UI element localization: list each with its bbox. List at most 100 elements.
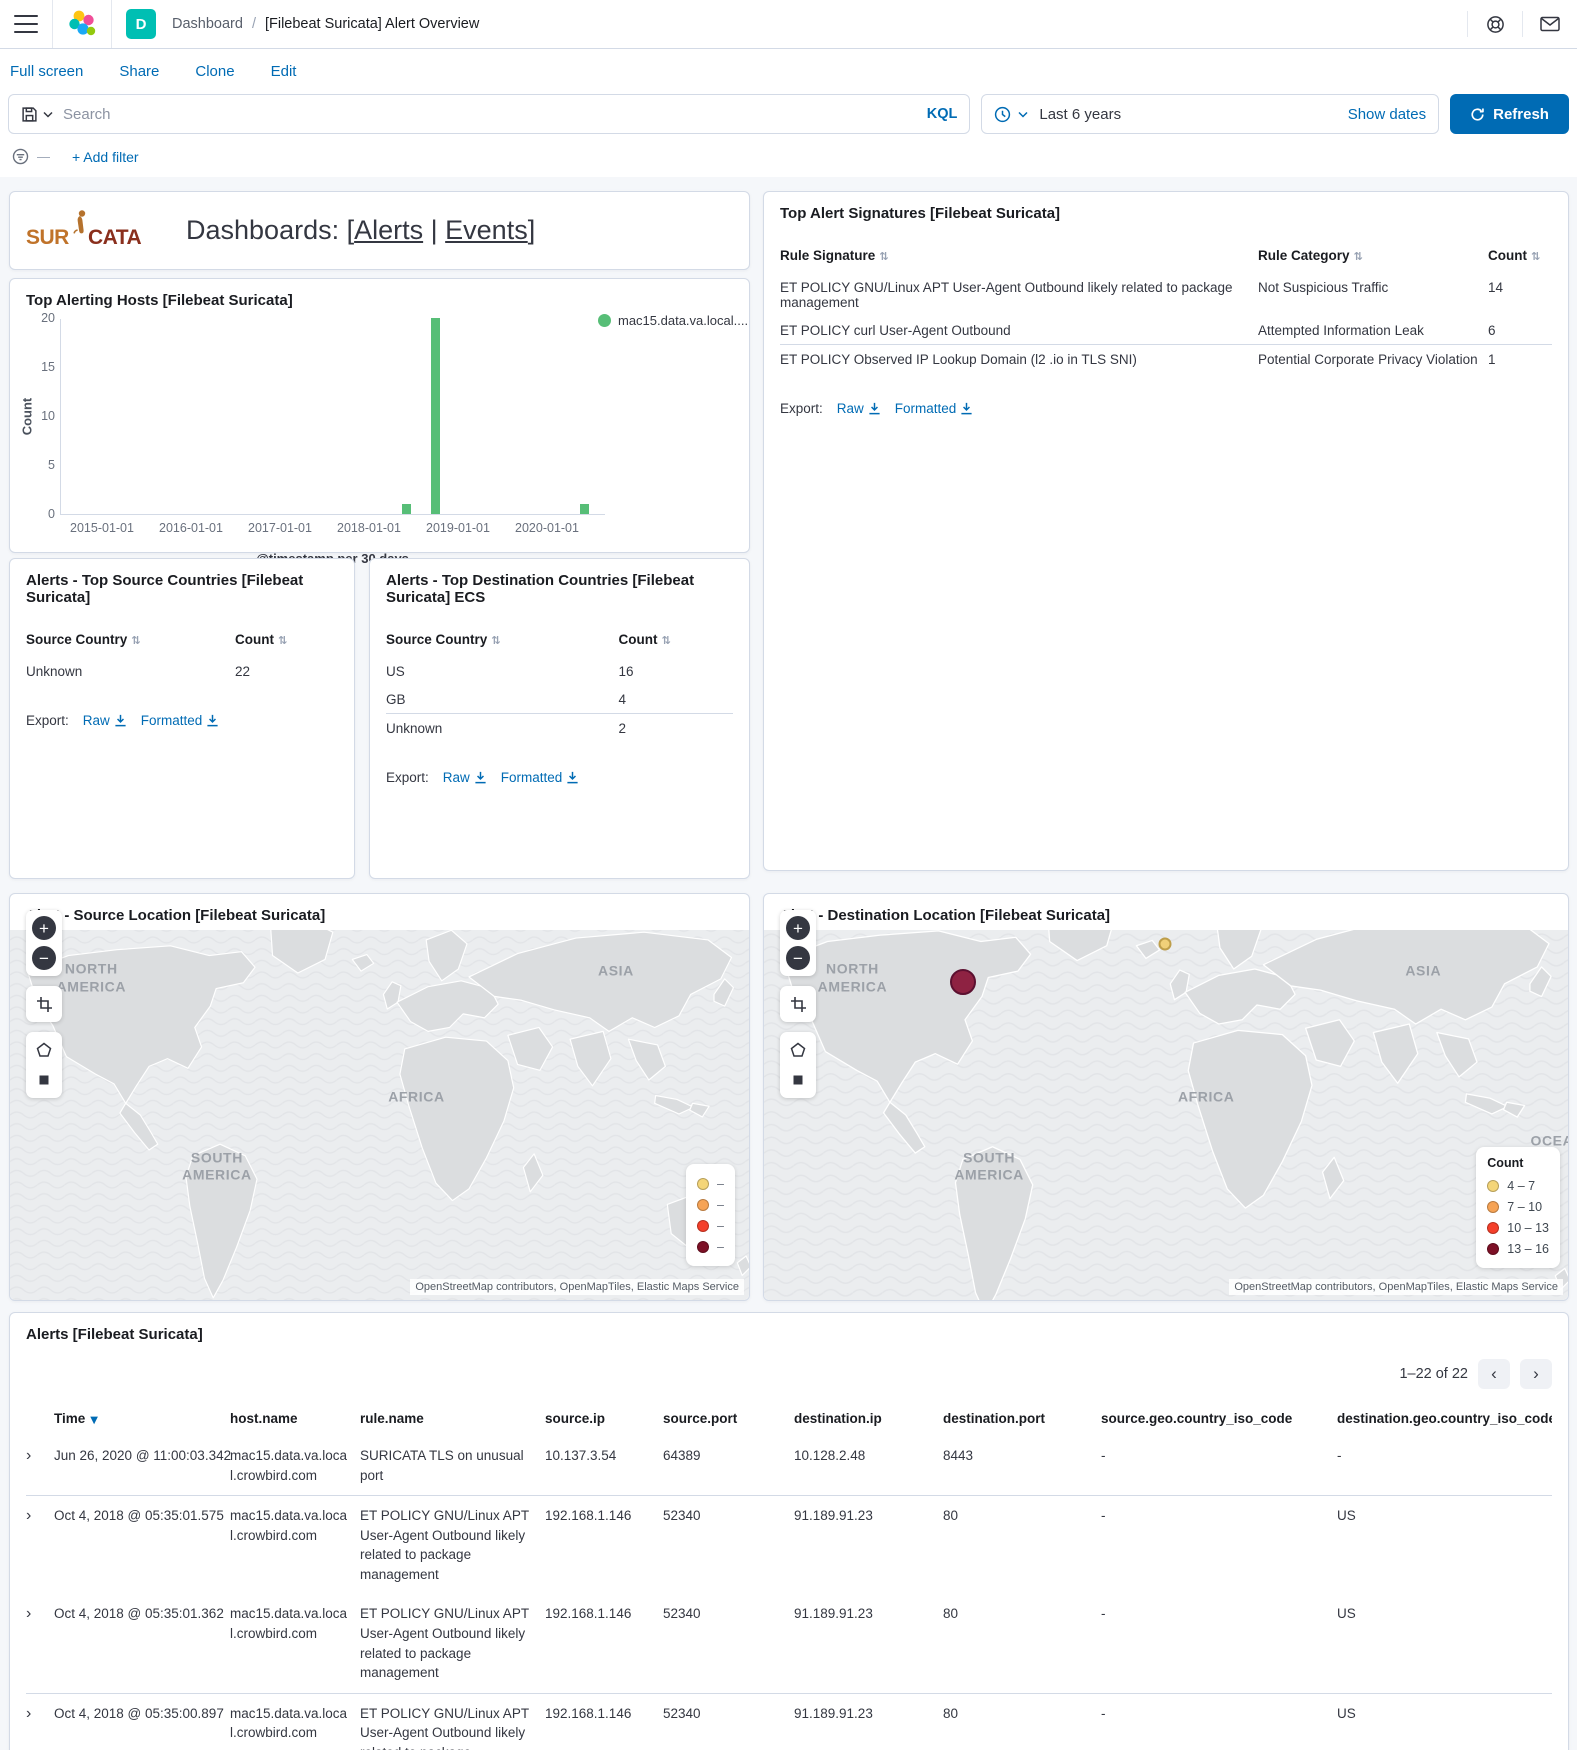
download-icon xyxy=(114,714,127,727)
legend-item: 13 – 16 xyxy=(1487,1238,1549,1259)
zoom-in-button[interactable]: + xyxy=(31,915,57,941)
table-cell: 192.168.1.146 xyxy=(545,1594,663,1693)
dest-map-panel: Alert - Destination Location [Filebeat S… xyxy=(763,893,1569,1301)
next-page-button[interactable]: › xyxy=(1520,1359,1552,1389)
y-tick-label: 0 xyxy=(29,507,55,521)
time-picker[interactable]: Last 6 years Show dates xyxy=(981,94,1439,134)
search-box: KQL xyxy=(8,94,970,134)
show-dates-button[interactable]: Show dates xyxy=(1348,106,1426,123)
map-legend: Count 4 – 77 – 1010 – 1313 – 16 xyxy=(1476,1147,1560,1268)
column-header-rule-category[interactable]: Rule Category⇅ xyxy=(1258,248,1488,273)
column-header-source-geo-country-iso-code: source.geo.country_iso_code xyxy=(1101,1403,1337,1436)
zoom-in-button[interactable]: + xyxy=(785,915,811,941)
legend-dot xyxy=(1487,1180,1499,1192)
export-formatted-link[interactable]: Formatted xyxy=(501,770,580,785)
share-link[interactable]: Share xyxy=(119,63,159,80)
search-input[interactable] xyxy=(63,106,927,123)
expand-row-icon[interactable]: › xyxy=(26,1594,54,1693)
column-header-rule-name: rule.name xyxy=(360,1403,545,1436)
refresh-button[interactable]: Refresh xyxy=(1450,94,1569,134)
chevron-down-icon xyxy=(1018,111,1028,118)
rect-tool-button[interactable] xyxy=(31,1067,57,1093)
table-cell: 10.137.3.54 xyxy=(545,1436,663,1496)
app-badge[interactable]: D xyxy=(126,9,156,39)
polygon-tool-button[interactable] xyxy=(31,1037,57,1063)
chart-legend[interactable]: mac15.data.va.local.... xyxy=(598,313,748,328)
map-point[interactable] xyxy=(1159,938,1172,951)
column-header-destination-ip: destination.ip xyxy=(794,1403,943,1436)
mail-icon[interactable] xyxy=(1537,11,1563,37)
dest-countries-panel: Alerts - Top Destination Countries [File… xyxy=(369,558,750,879)
export-raw-link[interactable]: Raw xyxy=(443,770,487,785)
map-attribution[interactable]: OpenStreetMap contributors, OpenMapTiles… xyxy=(1229,1279,1563,1295)
page-title: [Filebeat Suricata] Alert Overview xyxy=(265,16,479,32)
table-cell: - xyxy=(1101,1436,1337,1496)
query-bar: KQL Last 6 years Show dates Refresh xyxy=(0,90,1577,140)
expand-row-icon[interactable]: › xyxy=(26,1436,54,1496)
svg-text:SUR: SUR xyxy=(26,226,69,249)
export-formatted-link[interactable]: Formatted xyxy=(141,713,220,728)
clone-link[interactable]: Clone xyxy=(195,63,234,80)
export-raw-link[interactable]: Raw xyxy=(83,713,127,728)
elastic-logo[interactable] xyxy=(67,9,97,39)
filter-bar: — + Add filter xyxy=(0,140,1577,177)
prev-page-button[interactable]: ‹ xyxy=(1478,1359,1510,1389)
table-cell: 91.189.91.23 xyxy=(794,1594,943,1693)
crop-tool-button[interactable] xyxy=(31,991,57,1017)
table-cell: 52340 xyxy=(663,1496,794,1595)
column-header-time[interactable]: Time▼ xyxy=(54,1403,230,1436)
column-header-source-ip: source.ip xyxy=(545,1403,663,1436)
table-row: GB4 xyxy=(386,685,733,714)
full-screen-link[interactable]: Full screen xyxy=(10,63,83,80)
map-point[interactable] xyxy=(950,969,976,995)
hamburger-menu-icon[interactable] xyxy=(14,15,38,33)
table-cell: - xyxy=(1101,1594,1337,1693)
polygon-tool-button[interactable] xyxy=(785,1037,811,1063)
export-formatted-link[interactable]: Formatted xyxy=(895,401,974,416)
legend-dot xyxy=(1487,1243,1499,1255)
export-label: Export: xyxy=(780,401,823,416)
column-header-count[interactable]: Count⇅ xyxy=(619,632,734,657)
table-cell: ET POLICY GNU/Linux APT User-Agent Outbo… xyxy=(360,1693,545,1750)
expand-row-icon[interactable]: › xyxy=(26,1693,54,1750)
table-row: ET POLICY Observed IP Lookup Domain (l2 … xyxy=(780,345,1552,374)
column-header-destination-port: destination.port xyxy=(943,1403,1101,1436)
breadcrumb-dashboard[interactable]: Dashboard xyxy=(172,16,243,32)
world-map[interactable]: –––– OpenStreetMap contributors, OpenMap… xyxy=(10,930,749,1300)
crop-tool-button[interactable] xyxy=(785,991,811,1017)
column-header-source-country[interactable]: Source Country⇅ xyxy=(26,632,235,657)
dest-countries-table: Source Country⇅Count⇅US16GB4Unknown2 xyxy=(386,632,733,742)
export-raw-link[interactable]: Raw xyxy=(837,401,881,416)
table-cell: Jun 26, 2020 @ 11:00:03.342 xyxy=(54,1436,230,1496)
rect-tool-button[interactable] xyxy=(785,1067,811,1093)
column-header-source-country[interactable]: Source Country⇅ xyxy=(386,632,619,657)
panel-title: Alerts - Top Destination Countries [File… xyxy=(370,559,749,606)
events-link[interactable]: Events xyxy=(445,215,528,245)
pagination-label: 1–22 of 22 xyxy=(1399,1366,1468,1382)
column-header-rule-signature[interactable]: Rule Signature⇅ xyxy=(780,248,1258,273)
kql-button[interactable]: KQL xyxy=(927,106,958,122)
saved-query-button[interactable] xyxy=(21,106,63,123)
sort-icon: ⇅ xyxy=(1354,250,1363,263)
alerts-table: Time▼host.namerule.namesource.ipsource.p… xyxy=(26,1403,1552,1750)
table-cell: - xyxy=(1101,1496,1337,1595)
expander-column xyxy=(26,1403,54,1436)
column-header-count[interactable]: Count⇅ xyxy=(1488,248,1552,273)
map-attribution[interactable]: OpenStreetMap contributors, OpenMapTiles… xyxy=(410,1279,744,1295)
download-icon xyxy=(474,771,487,784)
add-filter-button[interactable]: + Add filter xyxy=(72,149,139,165)
alerts-link[interactable]: Alerts xyxy=(354,215,423,245)
world-map[interactable]: Count 4 – 77 – 1010 – 1313 – 16 OpenStre… xyxy=(764,930,1568,1300)
table-cell: US xyxy=(1337,1496,1552,1595)
table-row: Unknown2 xyxy=(386,714,733,743)
panel-title: Top Alerting Hosts [Filebeat Suricata] xyxy=(10,279,749,309)
expand-row-icon[interactable]: › xyxy=(26,1496,54,1595)
zoom-out-button[interactable]: − xyxy=(31,945,57,971)
zoom-out-button[interactable]: − xyxy=(785,945,811,971)
download-icon xyxy=(566,771,579,784)
edit-link[interactable]: Edit xyxy=(271,63,297,80)
column-header-count[interactable]: Count⇅ xyxy=(235,632,338,657)
table-cell: Oct 4, 2018 @ 05:35:01.362 xyxy=(54,1594,230,1693)
legend-dot xyxy=(598,314,611,327)
help-icon[interactable] xyxy=(1482,11,1508,37)
